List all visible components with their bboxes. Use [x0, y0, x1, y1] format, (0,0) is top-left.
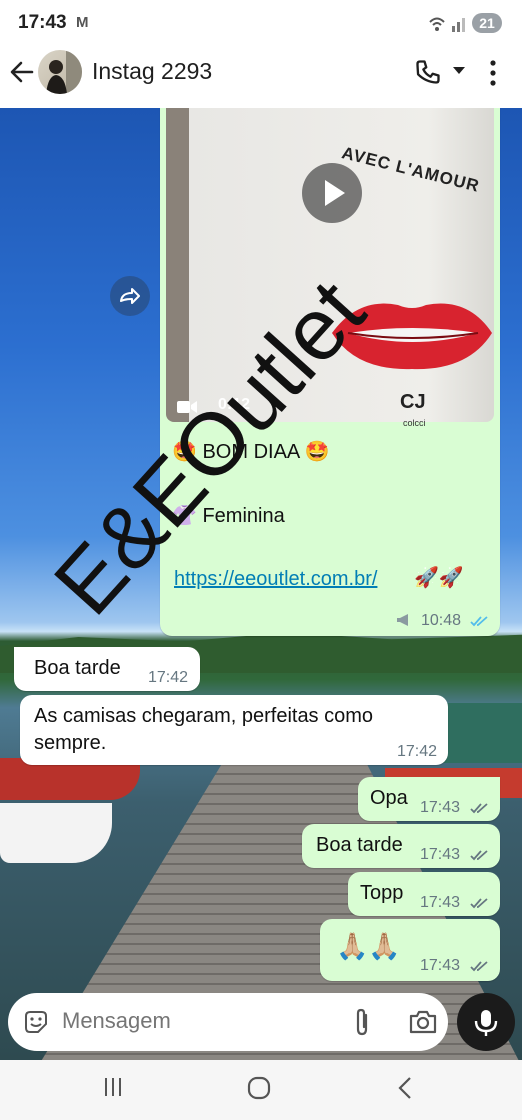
message-text: Boa tarde — [316, 834, 403, 856]
video-camera-icon — [177, 401, 197, 413]
incoming-message-bubble[interactable]: As camisas chegaram, perfeitas como semp… — [20, 695, 448, 765]
message-emoji: 🙏🏼🙏🏼 — [336, 931, 401, 961]
delivered-receipt-icon — [470, 850, 488, 861]
status-bar: 17:43 M 21 — [0, 0, 522, 46]
microphone-icon — [474, 1010, 498, 1036]
home-icon[interactable] — [247, 1076, 271, 1100]
megaphone-icon — [397, 614, 408, 626]
chat-area[interactable]: 🤩 BOM DIAA 🤩 👚 Feminina https://eeoutlet… — [0, 108, 522, 1060]
message-text: 🤩 BOM DIAA 🤩 — [172, 441, 330, 463]
message-text: As camisas chegaram, perfeitas como semp… — [34, 705, 374, 754]
recent-apps-icon[interactable] — [102, 1076, 124, 1098]
message-text: 👚 Feminina — [172, 505, 285, 527]
voice-message-button[interactable] — [457, 993, 515, 1051]
incoming-message-bubble[interactable]: Boa tarde 17:42 — [14, 647, 200, 691]
battery-indicator: 21 — [472, 13, 502, 33]
wifi-signal-icon — [429, 17, 465, 32]
video-thumbnail[interactable] — [166, 108, 494, 422]
more-options-icon[interactable] — [488, 60, 498, 86]
attach-icon[interactable] — [350, 1007, 374, 1037]
avatar-photo — [46, 50, 82, 94]
delivered-receipt-icon — [470, 898, 488, 909]
message-time: 10:48 — [421, 612, 462, 629]
nav-back-icon[interactable] — [396, 1076, 414, 1100]
phone-call-icon[interactable] — [414, 58, 442, 86]
brand-logo-text: CJ — [400, 391, 426, 413]
outgoing-message-bubble[interactable]: Boa tarde 17:43 — [302, 824, 500, 868]
message-time: 17:43 — [420, 957, 461, 974]
read-receipt-icon — [470, 616, 488, 627]
delivered-receipt-icon — [470, 961, 488, 972]
message-text: Boa tarde — [34, 657, 121, 679]
video-duration: 0:12 — [218, 396, 251, 413]
back-arrow-icon[interactable] — [8, 58, 36, 86]
outgoing-message-bubble[interactable]: Topp 17:43 — [348, 872, 500, 916]
status-time: 17:43 — [18, 12, 67, 33]
play-icon — [325, 180, 345, 206]
message-time: 17:42 — [397, 743, 438, 760]
chevron-down-icon[interactable] — [452, 66, 466, 76]
contact-avatar[interactable] — [38, 50, 82, 94]
forward-icon — [120, 288, 140, 304]
chat-header: Instag 2293 — [0, 46, 522, 108]
play-button[interactable] — [302, 163, 362, 223]
message-text: Opa — [370, 787, 408, 809]
gmail-icon: M — [76, 14, 89, 31]
sticker-icon[interactable] — [22, 1008, 50, 1036]
brand-sub-text: colcci — [403, 418, 426, 428]
message-link[interactable]: https://eeoutlet.com.br/ — [174, 566, 377, 593]
outgoing-message-bubble[interactable]: 🙏🏼🙏🏼 17:43 — [320, 919, 500, 981]
message-input[interactable] — [62, 1008, 302, 1034]
message-time: 17:43 — [420, 799, 461, 816]
message-composer[interactable] — [8, 993, 448, 1051]
message-time: 17:42 — [148, 669, 189, 686]
message-text: Topp — [360, 882, 404, 904]
camera-icon[interactable] — [408, 1008, 438, 1036]
contact-name[interactable]: Instag 2293 — [92, 58, 212, 85]
message-time: 17:43 — [420, 846, 461, 863]
lips-print-image — [332, 303, 492, 370]
wallpaper-boat — [0, 803, 112, 863]
forward-button[interactable] — [110, 276, 150, 316]
delivered-receipt-icon — [470, 803, 488, 814]
message-text: 🚀🚀 — [414, 567, 464, 589]
outgoing-message-bubble[interactable]: Opa 17:43 — [358, 777, 500, 821]
system-navigation-bar — [0, 1060, 522, 1120]
message-time: 17:43 — [420, 894, 461, 911]
